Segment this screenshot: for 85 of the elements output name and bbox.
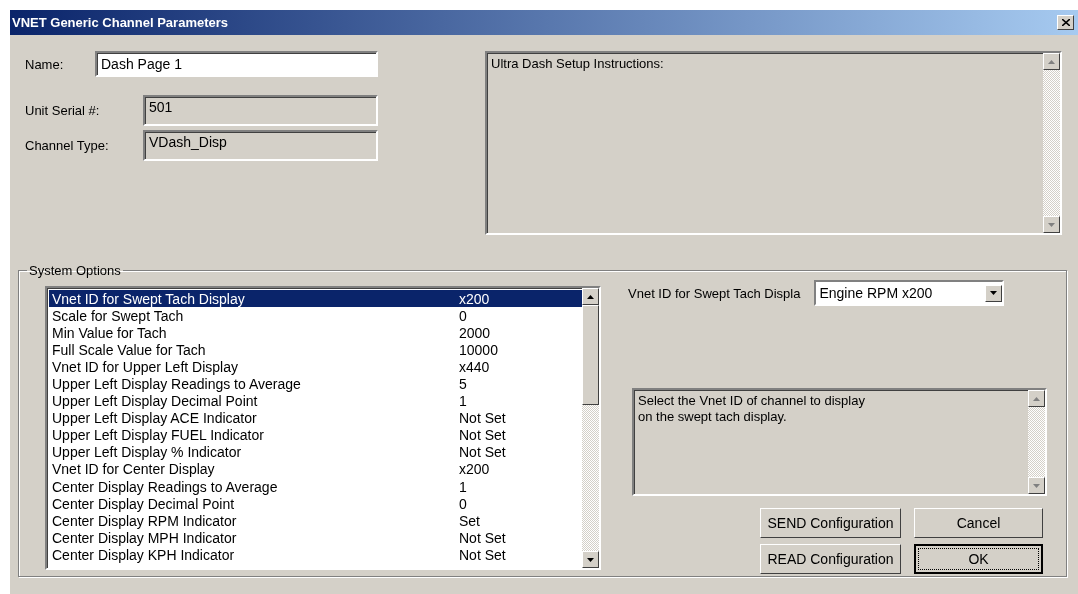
option-name: Vnet ID for Center Display (51, 461, 216, 478)
list-row[interactable]: Center Display Readings to Average 1 (49, 478, 582, 496)
option-name: Center Display RPM Indicator (51, 512, 238, 529)
close-button[interactable] (1057, 15, 1074, 30)
list-row[interactable]: Center Display KPH Indicator Not Set (49, 546, 582, 564)
option-name: Upper Left Display ACE Indicator (51, 410, 258, 427)
list-row[interactable]: Vnet ID for Upper Left Display x440 (49, 358, 582, 376)
readonly-field: VDash_Disp (143, 130, 378, 161)
up-arrow-icon (1033, 396, 1040, 401)
option-value: x440 (459, 358, 490, 375)
field-label: Name: (25, 56, 64, 72)
option-value: 0 (459, 495, 467, 512)
list-row[interactable]: Center Display MPH Indicator Not Set (49, 529, 582, 547)
list-row[interactable]: Min Value for Tach 2000 (49, 324, 582, 342)
scroll-down-button[interactable] (1028, 477, 1045, 494)
scrollbar[interactable] (582, 288, 599, 568)
scrollbar[interactable] (1043, 53, 1060, 233)
option-value: Not Set (459, 529, 506, 546)
option-name: Center Display KPH Indicator (51, 546, 236, 563)
list-row[interactable]: Center Display RPM Indicator Set (49, 512, 582, 530)
option-name: Vnet ID for Swept Tach Display (51, 290, 246, 307)
field-label: Unit Serial #: (25, 103, 100, 118)
option-value: Not Set (459, 444, 506, 461)
input-field[interactable]: Dash Page 1 (95, 51, 378, 77)
close-icon (1061, 19, 1070, 26)
list-row[interactable]: Center Display Decimal Point 0 (49, 495, 582, 513)
dialog-button[interactable]: READ Configuration (760, 544, 901, 574)
option-value: x200 (459, 290, 490, 307)
option-value: 5 (459, 376, 467, 392)
option-name: Center Display Readings to Average (51, 478, 279, 495)
description-text: Select the Vnet ID of channel to display on the swept tach display. (637, 392, 866, 427)
list-row[interactable]: Vnet ID for Swept Tach Display x200 (49, 290, 582, 308)
dropdown-button[interactable] (985, 284, 1003, 302)
option-name: Upper Left Display FUEL Indicator (51, 427, 265, 444)
parameter-dropdown[interactable]: Engine RPM x200 (814, 280, 1005, 306)
scroll-up-button[interactable] (1028, 390, 1045, 407)
list-row[interactable]: Upper Left Display FUEL Indicator Not Set (49, 426, 582, 444)
option-value: Not Set (459, 410, 506, 427)
dialog-button[interactable]: Cancel (914, 508, 1043, 538)
list-row[interactable]: Upper Left Display Readings to Average 5 (49, 375, 582, 393)
option-name: Upper Left Display Readings to Average (51, 376, 302, 392)
scroll-up-button[interactable] (582, 288, 599, 305)
scrollbar[interactable] (1028, 390, 1045, 494)
option-name: Min Value for Tach (51, 324, 168, 341)
up-arrow-icon (587, 294, 594, 299)
option-name: Full Scale Value for Tach (51, 341, 207, 358)
option-name: Vnet ID for Upper Left Display (51, 358, 239, 375)
list-row[interactable]: Upper Left Display Decimal Point 1 (49, 392, 582, 410)
readonly-field: 501 (143, 95, 378, 126)
option-name: Center Display MPH Indicator (51, 529, 238, 546)
down-arrow-icon (587, 557, 594, 562)
option-value: x200 (459, 461, 490, 478)
option-value: 0 (459, 307, 467, 324)
option-value: 1 (459, 478, 467, 495)
up-arrow-icon (1048, 59, 1055, 64)
scroll-down-button[interactable] (582, 551, 599, 568)
options-list[interactable] (45, 286, 601, 570)
option-name: Upper Left Display Decimal Point (51, 393, 259, 410)
list-row[interactable]: Upper Left Display ACE Indicator Not Set (49, 409, 582, 427)
option-value: Set (459, 512, 480, 529)
instructions-text: Ultra Dash Setup Instructions: (490, 55, 665, 73)
option-value: 10000 (459, 341, 498, 358)
caret-icon (990, 291, 998, 295)
list-row[interactable]: Upper Left Display % Indicator Not Set (49, 443, 582, 461)
down-arrow-icon (1033, 483, 1040, 488)
dialog-button[interactable]: SEND Configuration (760, 508, 901, 538)
group-title: System Options (28, 263, 122, 278)
list-row[interactable]: Vnet ID for Center Display x200 (49, 460, 582, 479)
option-name: Scale for Swept Tach (51, 307, 185, 324)
parameter-label: Vnet ID for Swept Tach Displa (628, 285, 801, 301)
option-value: Not Set (459, 427, 506, 444)
option-value: 1 (459, 393, 467, 410)
list-row[interactable]: Full Scale Value for Tach 10000 (49, 341, 582, 359)
scroll-up-button[interactable] (1043, 53, 1060, 70)
window-title: VNET Generic Channel Parameters (12, 15, 229, 30)
option-name: Upper Left Display % Indicator (51, 444, 243, 461)
scroll-down-button[interactable] (1043, 216, 1060, 233)
dialog-button[interactable]: OK (914, 544, 1043, 574)
option-name: Center Display Decimal Point (51, 495, 236, 512)
list-row[interactable]: Scale for Swept Tach 0 (49, 307, 582, 325)
scroll-thumb[interactable] (582, 305, 599, 405)
option-value: 2000 (459, 324, 491, 341)
field-label: Channel Type: (25, 138, 109, 153)
option-value: Not Set (459, 546, 506, 563)
down-arrow-icon (1048, 222, 1055, 227)
